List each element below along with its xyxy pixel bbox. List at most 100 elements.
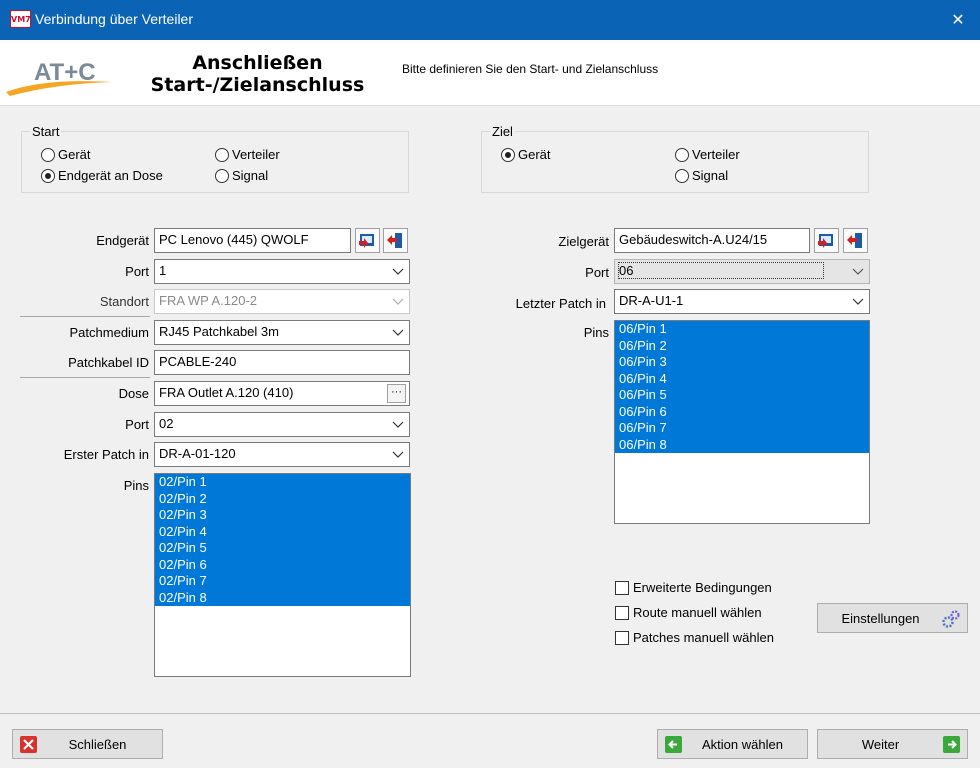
schliessen-button[interactable]: Schließen [12,729,163,759]
endgeraet-field[interactable]: PC Lenovo (445) QWOLF [154,228,351,253]
start-radio-geraet[interactable]: Gerät [41,147,91,162]
list-item[interactable]: 06/Pin 2 [615,337,869,354]
ziel-pins-list[interactable]: 06/Pin 1 06/Pin 2 06/Pin 3 06/Pin 4 06/P… [614,320,870,524]
page-title-line2: Start-/Zielanschluss [150,74,365,96]
chevron-down-icon [392,295,404,307]
standort-select: FRA WP A.120-2 [154,289,410,314]
ziel-radio-verteiler[interactable]: Verteiler [675,147,740,162]
pick-zielgeraet-button[interactable] [814,228,839,253]
goto-endgeraet-button[interactable] [383,228,408,253]
list-item[interactable]: 02/Pin 5 [155,540,410,557]
dialog-header: AT+C Anschließen Start-/Zielanschluss Bi… [0,40,980,106]
list-item[interactable]: 06/Pin 3 [615,354,869,371]
patchmedium-select[interactable]: RJ45 Patchkabel 3m [154,320,410,345]
start-pins-list[interactable]: 02/Pin 1 02/Pin 2 02/Pin 3 02/Pin 4 02/P… [154,473,411,677]
list-item[interactable]: 06/Pin 7 [615,420,869,437]
start-radio-endgeraet-an-dose[interactable]: Endgerät an Dose [41,168,163,183]
chevron-down-icon [392,448,404,460]
list-item[interactable]: 06/Pin 4 [615,370,869,387]
radio-icon [215,168,229,183]
checkbox-icon [615,580,629,595]
patchkabel-label: Patchkabel ID [68,355,149,370]
pick-device-icon [818,234,833,248]
list-item[interactable]: 06/Pin 6 [615,403,869,420]
pick-device-icon [359,234,374,248]
list-item[interactable]: 02/Pin 2 [155,490,410,507]
patchkabel-id-field[interactable]: PCABLE-240 [154,350,410,375]
chevron-down-icon [392,265,404,277]
list-item[interactable]: 06/Pin 5 [615,387,869,404]
pick-endgeraet-button[interactable] [355,228,380,253]
list-item[interactable]: 06/Pin 8 [615,436,869,453]
gears-icon [942,610,960,628]
checkbox-icon [615,630,629,645]
page-title-line1: Anschließen [192,52,323,74]
close-button[interactable]: ✕ [943,8,973,32]
list-item[interactable]: 02/Pin 7 [155,573,410,590]
app-icon: VM7 [10,10,31,28]
radio-icon [675,147,689,162]
chevron-down-icon [852,295,864,307]
letzter-patch-select[interactable]: DR-A-U1-1 [614,289,870,314]
port-select[interactable]: 1 [154,259,410,284]
page-title: Anschließen Start-/Zielanschluss [150,52,365,96]
standort-label: Standort [99,294,149,309]
chevron-down-icon [392,418,404,430]
letzter-patch-label: Letzter Patch in [515,296,606,311]
start-legend: Start [30,124,62,139]
list-item[interactable]: 06/Pin 1 [615,321,869,338]
port2-select[interactable]: 02 [154,412,410,437]
browse-dose-button[interactable]: ··· [387,384,406,403]
erster-patch-select[interactable]: DR-A-01-120 [154,442,410,467]
ziel-radio-geraet[interactable]: Gerät [501,147,551,162]
list-item[interactable]: 02/Pin 1 [155,474,410,491]
list-item[interactable]: 02/Pin 6 [155,556,410,573]
chevron-down-icon [392,326,404,338]
separator [20,377,150,378]
pins-label: Pins [123,478,149,493]
start-group: Start Gerät Verteiler Endgerät an Dose S… [21,124,409,193]
arrow-right-green-icon [943,736,960,753]
erweiterte-bedingungen-checkbox[interactable]: Erweiterte Bedingungen [615,580,772,595]
patches-manuell-checkbox[interactable]: Patches manuell wählen [615,630,774,645]
window-title: Verbindung über Verteiler [35,11,193,27]
checkbox-icon [615,605,629,620]
ziel-port-label: Port [585,265,609,280]
zielgeraet-label: Zielgerät [558,234,609,249]
title-bar: VM7 Verbindung über Verteiler ✕ [0,0,980,40]
port2-label: Port [125,417,149,432]
radio-icon [41,147,55,162]
ziel-group: Ziel Gerät Verteiler Signal [481,124,869,193]
dose-field[interactable]: FRA Outlet A.120 (410) ··· [154,381,410,406]
goto-zielgeraet-button[interactable] [843,228,868,253]
goto-device-icon [387,233,402,248]
ziel-legend: Ziel [490,124,515,139]
separator [20,316,150,317]
radio-icon [675,168,689,183]
ziel-port-select[interactable]: 06 [614,259,870,284]
start-radio-verteiler[interactable]: Verteiler [215,147,280,162]
chevron-down-icon [852,265,864,277]
list-item[interactable]: 02/Pin 4 [155,523,410,540]
radio-icon [215,147,229,162]
list-item[interactable]: 02/Pin 3 [155,507,410,524]
radio-selected-icon [41,168,55,183]
svg-text:AT+C: AT+C [34,59,96,86]
ziel-radio-signal[interactable]: Signal [675,168,728,183]
einstellungen-button[interactable]: Einstellungen [817,603,968,633]
goto-device-icon [847,233,862,248]
atc-logo: AT+C [4,52,116,98]
start-radio-signal[interactable]: Signal [215,168,268,183]
erster-patch-label: Erster Patch in [63,447,149,462]
route-manuell-checkbox[interactable]: Route manuell wählen [615,605,762,620]
port-label: Port [125,264,149,279]
patchmedium-label: Patchmedium [69,325,149,340]
list-item[interactable]: 02/Pin 8 [155,589,410,606]
aktion-waehlen-button[interactable]: Aktion wählen [657,729,808,759]
ziel-pins-label: Pins [583,325,609,340]
radio-selected-icon [501,147,515,162]
weiter-button[interactable]: Weiter [817,729,968,759]
dose-label: Dose [118,386,149,401]
page-description: Bitte definieren Sie den Start- und Ziel… [402,62,659,76]
zielgeraet-field[interactable]: Gebäudeswitch-A.U24/15 [614,228,810,253]
